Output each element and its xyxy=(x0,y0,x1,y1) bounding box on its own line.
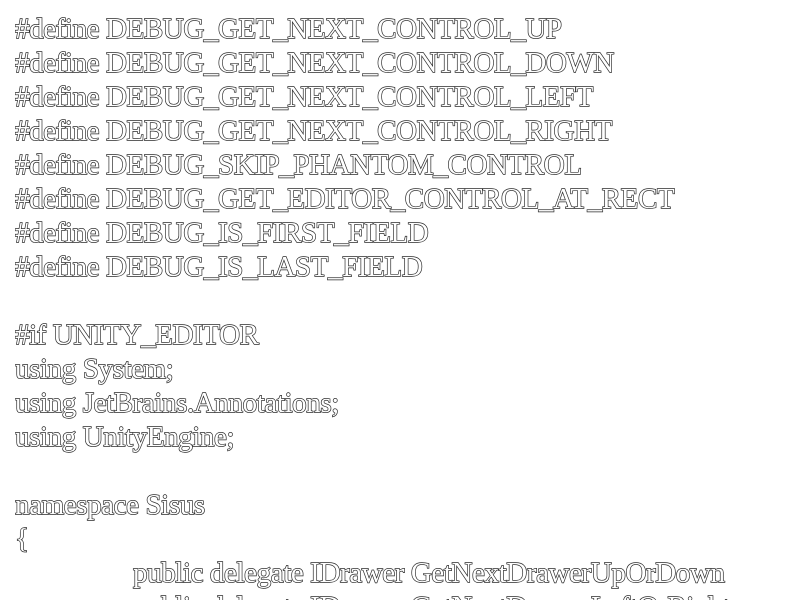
code-line: #if UNITY_EDITOR xyxy=(15,318,260,351)
code-line: #define DEBUG_GET_NEXT_CONTROL_LEFT xyxy=(15,80,594,113)
code-line: #define DEBUG_GET_NEXT_CONTROL_DOWN xyxy=(15,46,615,79)
code-line: #define DEBUG_GET_NEXT_CONTROL_UP xyxy=(15,12,563,45)
code-line: using JetBrains.Annotations; xyxy=(15,386,340,419)
code-line: using System; xyxy=(15,352,174,385)
code-line: { xyxy=(15,522,30,555)
code-line: public delegate IDrawer GetNextDrawerUpO… xyxy=(132,556,725,589)
code-view: #define DEBUG_GET_NEXT_CONTROL_UP #defin… xyxy=(0,0,800,600)
code-line: #define DEBUG_IS_FIRST_FIELD xyxy=(15,216,429,249)
code-line: #define DEBUG_IS_LAST_FIELD xyxy=(15,250,423,283)
code-line: #define DEBUG_GET_EDITOR_CONTROL_AT_RECT xyxy=(15,182,675,215)
code-line: public delegate IDrawer GetNextDrawerLef… xyxy=(15,590,800,600)
code-line: #define DEBUG_GET_NEXT_CONTROL_RIGHT xyxy=(15,114,613,147)
code-line: namespace Sisus xyxy=(15,488,206,521)
code-content: #define DEBUG_GET_NEXT_CONTROL_UP #defin… xyxy=(15,12,800,600)
code-line: #define DEBUG_SKIP_PHANTOM_CONTROL xyxy=(15,148,583,181)
code-line: using UnityEngine; xyxy=(15,420,235,453)
